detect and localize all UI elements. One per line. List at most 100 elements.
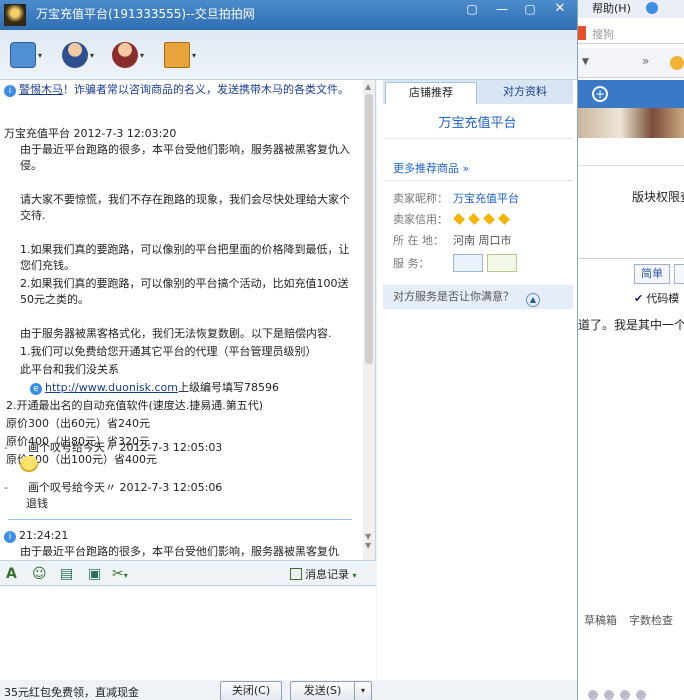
chat-message: - 画个叹号给今天〃 2012-7-3 12:05:03 <box>4 440 360 477</box>
diamond-icon <box>498 213 510 225</box>
message-line: 由于最近平台跑路的很多，本平台受他们影响，服务器被黑客复仇入侵。 <box>20 143 350 172</box>
background-browser-window: 帮助(H) 搜狗 ▼ » + 版块权限查 简单 ✔代码模 道了。我是其中一个 草… <box>578 0 684 700</box>
shop-info-panel: 店铺推荐 对方资料 万宝充值平台 更多推荐商品 » 卖家昵称： 万宝充值平台 卖家… <box>377 80 577 680</box>
scrollbar-thumb[interactable] <box>365 94 373 364</box>
message-line: 此平台和我们没关系 <box>20 363 119 376</box>
consumer-protection-icon[interactable] <box>453 254 483 272</box>
message-body: 退钱 <box>26 497 48 510</box>
message-dash: - <box>4 441 8 454</box>
message-line: 由于服务器被黑客格式化，我们无法恢复数剧。以下是赔偿内容. <box>20 327 332 340</box>
font-icon[interactable]: A <box>6 565 17 583</box>
maximize-button[interactable]: ▢ <box>516 0 544 20</box>
contact-info-button[interactable]: ▾ <box>62 42 94 70</box>
checkmark-icon: ✔ <box>634 292 644 305</box>
scissors-icon[interactable]: ✂▾ <box>112 565 128 583</box>
message-body: 由于最近平台跑路的很多，本平台受他们影响，服务器被黑客复仇 <box>20 545 339 558</box>
link-icon: e <box>30 383 42 395</box>
send-file-button[interactable]: ▾ <box>10 42 42 70</box>
shop-name-link[interactable]: 万宝充值平台 <box>377 112 577 131</box>
chevron-up-icon[interactable]: ▲ <box>526 293 540 307</box>
image-icon[interactable]: ▣ <box>88 565 101 583</box>
tab-contact-profile[interactable]: 对方资料 <box>479 82 571 104</box>
trojan-warning-link[interactable]: 警惕木马 <box>19 83 63 96</box>
editor-mode-button[interactable] <box>674 264 684 284</box>
chat-message: - 画个叹号给今天〃 2012-7-3 12:05:06 退钱 <box>4 480 360 512</box>
status-bar-icons <box>588 690 652 700</box>
message-history-label: 消息记录 <box>305 568 349 581</box>
help-icon[interactable] <box>646 2 658 14</box>
message-dash: - <box>4 481 8 494</box>
emoticon-icon[interactable]: ☺ <box>32 565 47 583</box>
tab-shop-recommend[interactable]: 店铺推荐 <box>385 82 477 104</box>
side-tabs: 店铺推荐 对方资料 <box>383 80 573 104</box>
chat-scrollbar[interactable]: ▲ ▼ ▼ <box>363 80 375 560</box>
satisfaction-bar[interactable]: 对方服务是否让你满意？ ▲ <box>383 285 573 309</box>
app-avatar-icon <box>4 4 26 26</box>
title-bar[interactable]: 万宝充值平台(191333555)--交旦拍拍网 ▢ — ▢ ✕ <box>0 0 577 30</box>
chat-toolbar: ▾ ▾ ▾ ▾ <box>0 30 577 80</box>
link-suffix: 上级编号填写78596 <box>177 381 279 394</box>
service-guarantee-icon[interactable] <box>487 254 517 272</box>
browser-extension-icon[interactable] <box>670 56 684 70</box>
chat-message: i 21:24:21 由于最近平台跑路的很多，本平台受他们影响，服务器被黑客复仇 <box>4 528 360 560</box>
send-options-button[interactable]: ▾ <box>354 681 372 700</box>
message-header: 万宝充值平台 2012-7-3 12:03:20 <box>4 127 177 140</box>
code-mode-label: 代码模 <box>646 292 680 305</box>
scroll-down-icon[interactable]: ▼ ▼ <box>365 532 371 550</box>
credit-diamonds[interactable] <box>453 213 513 226</box>
status-icon[interactable] <box>636 690 646 700</box>
divider <box>385 180 573 181</box>
code-mode-checkbox[interactable]: ✔ 代码模 <box>634 290 679 306</box>
bottom-bar: 35元红包免费领，直减现金 关闭(C) 发送(S) ▾ <box>0 680 577 700</box>
folder-arrow-icon <box>10 42 36 68</box>
message-line: 请大家不要惊慌，我们不存在跑路的现象，我们会尽快处理给大家个交待. <box>20 193 350 222</box>
message-header: 画个叹号给今天〃 2012-7-3 12:05:06 <box>27 481 223 494</box>
skin-button[interactable]: ▢ <box>458 0 486 20</box>
message-history-button[interactable]: 消息记录 ▾ <box>290 566 357 582</box>
message-link-line: e http://www.duonisk.com上级编号填写78596 <box>20 380 360 396</box>
screenshot-icon[interactable]: ▤ <box>60 565 73 583</box>
input-toolbar: A ☺ ▤ ▣ ✂▾ 消息记录 ▾ <box>0 560 376 586</box>
message-line: 原价300（出60元）省240元 <box>6 417 150 430</box>
help-menu[interactable]: 帮助(H) <box>592 0 631 16</box>
satisfaction-question: 对方服务是否让你满意？ <box>393 290 514 303</box>
status-icon[interactable] <box>588 690 598 700</box>
location-row: 所 在 地： 河南 周口市 <box>393 232 512 248</box>
drafts-link[interactable]: 草稿箱 <box>584 614 617 627</box>
chat-message: 万宝充值平台 2012-7-3 12:03:20 由于最近平台跑路的很多，本平台… <box>4 126 360 470</box>
message-header: 21:24:21 <box>19 529 69 542</box>
simple-mode-button[interactable]: 简单 <box>634 264 670 284</box>
smiley-emoticon-icon <box>20 456 38 472</box>
service-label: 服 务： <box>393 257 430 270</box>
search-placeholder: 搜狗 <box>592 28 614 41</box>
browser-search-box[interactable]: 搜狗 <box>578 22 684 44</box>
dropdown-arrow-icon[interactable]: ▼ <box>582 57 589 67</box>
shop-button[interactable]: ▾ <box>164 42 196 70</box>
close-window-button[interactable]: ✕ <box>546 0 574 20</box>
seller-nickname-link[interactable]: 万宝充值平台 <box>453 192 519 205</box>
minimize-button[interactable]: — <box>488 0 516 20</box>
close-button[interactable]: 关闭(C) <box>220 681 282 700</box>
status-icon[interactable] <box>604 690 614 700</box>
info-icon: i <box>4 531 16 543</box>
scroll-up-icon[interactable]: ▲ <box>365 82 371 91</box>
more-chevron-icon[interactable]: » <box>642 54 649 68</box>
website-link[interactable]: http://www.duonisk.com <box>45 381 178 394</box>
word-count-link[interactable]: 字数检查 <box>629 614 673 627</box>
status-icon[interactable] <box>620 690 630 700</box>
new-tab-icon[interactable]: + <box>592 86 608 102</box>
forum-banner-image <box>578 108 684 138</box>
more-products-link[interactable]: 更多推荐商品 » <box>393 160 469 176</box>
message-line: 2.如果我们真的要跑路，可以像别的平台搞个活动，比如充值100送50元之类的。 <box>20 277 349 306</box>
diamond-icon <box>468 213 480 225</box>
send-button[interactable]: 发送(S) <box>290 681 354 700</box>
red-envelope-promo-link[interactable]: 35元红包免费领，直减现金 <box>4 684 139 700</box>
seller-nickname-label: 卖家昵称： <box>393 192 448 205</box>
message-input[interactable] <box>0 587 376 680</box>
block-user-button[interactable]: ▾ <box>112 42 144 70</box>
location-value: 河南 周口市 <box>453 234 512 247</box>
service-row: 服 务： <box>393 254 517 272</box>
editor-bottom-links: 草稿箱 字数检查 <box>584 612 684 628</box>
warning-text: ！诈骗者常以咨询商品的名义，发送携带木马的各类文件。 <box>63 83 349 96</box>
chat-history[interactable]: i 警惕木马！诈骗者常以咨询商品的名义，发送携带木马的各类文件。 万宝充值平台 2… <box>0 80 376 560</box>
